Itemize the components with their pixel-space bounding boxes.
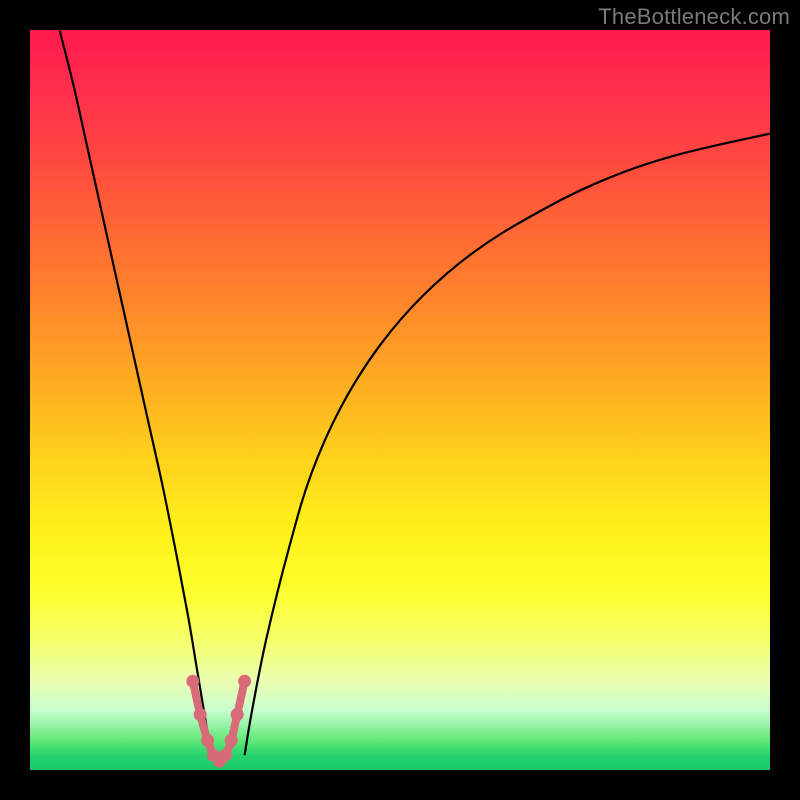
valley-marker: [225, 734, 238, 747]
right-branch-curve: [245, 134, 770, 756]
valley-marker: [231, 708, 244, 721]
valley-marker: [238, 675, 251, 688]
valley-marker: [201, 734, 214, 747]
plot-area: [30, 30, 770, 770]
valley-marker: [194, 708, 207, 721]
watermark-text: TheBottleneck.com: [598, 4, 790, 30]
left-branch-curve: [60, 30, 212, 755]
chart-frame: TheBottleneck.com: [0, 0, 800, 800]
valley-marker: [186, 675, 199, 688]
curve-layer: [30, 30, 770, 770]
valley-marker: [219, 749, 232, 762]
